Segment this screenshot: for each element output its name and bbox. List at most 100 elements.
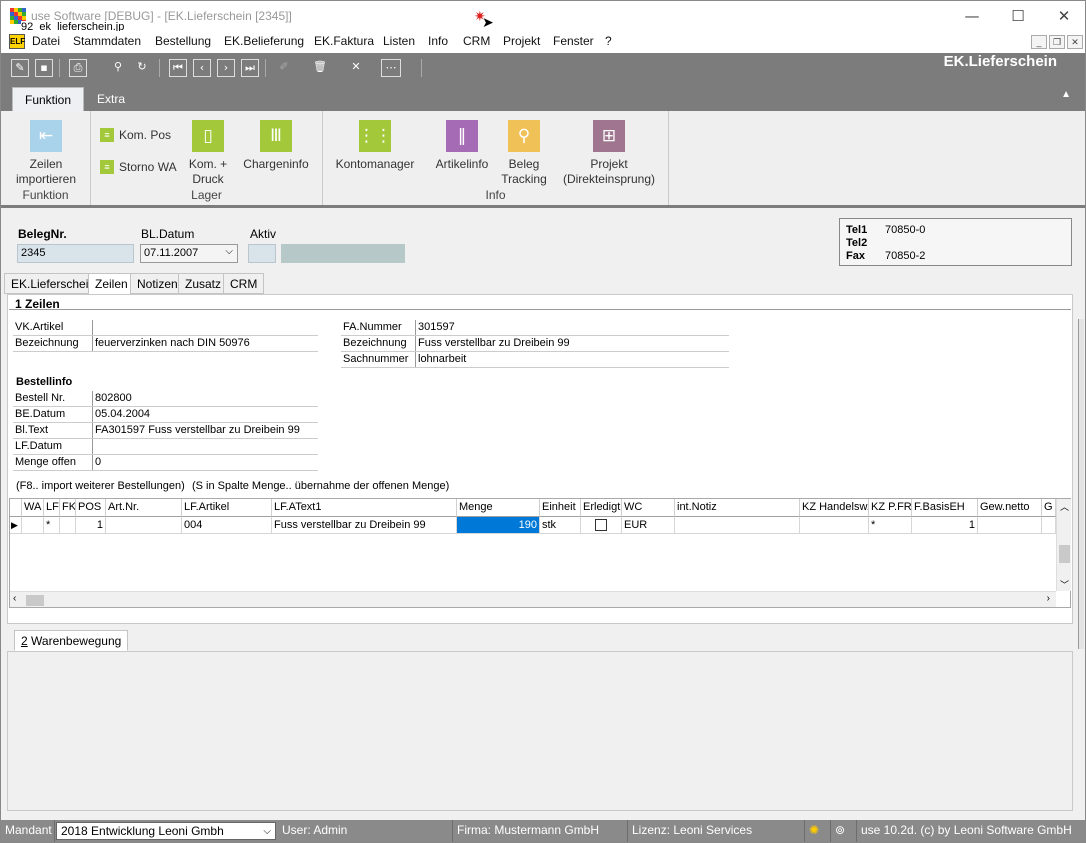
cell-lf-atext1[interactable]: Fuss verstellbar zu Dreibein 99 <box>272 517 457 534</box>
cell-g[interactable] <box>1042 517 1056 534</box>
cell-art-nr[interactable] <box>106 517 182 534</box>
refresh-icon[interactable]: ↻ <box>133 59 151 77</box>
erledigt-checkbox[interactable] <box>595 519 607 531</box>
projekt-button[interactable]: ⊞ Projekt (Direkteinsprung) <box>559 120 659 187</box>
cell-kz-handelsw[interactable] <box>800 517 869 534</box>
col-kz-handelsw[interactable]: KZ Handelsw. <box>800 499 869 517</box>
cell-wa[interactable] <box>22 517 44 534</box>
right-splitter[interactable] <box>1078 319 1084 649</box>
cell-menge[interactable]: 190 <box>457 517 540 534</box>
menu-fenster[interactable]: Fenster <box>553 34 594 48</box>
previous-record-icon[interactable]: ‹ <box>193 59 211 77</box>
kom-druck-button[interactable]: ▯ Kom. + Druck <box>185 120 231 187</box>
cell-wc[interactable]: EUR <box>622 517 675 534</box>
cancel-icon[interactable]: ✕ <box>347 59 365 77</box>
menu-projekt[interactable]: Projekt <box>503 34 540 48</box>
col-int-notiz[interactable]: int.Notiz <box>675 499 800 517</box>
field-fa-bezeichnung[interactable]: Bezeichnung Fuss verstellbar zu Dreibein … <box>341 336 729 352</box>
elf-icon[interactable]: ELF <box>9 34 25 49</box>
aktiv-checkbox[interactable] <box>248 244 276 263</box>
zeilen-importieren-button[interactable]: ⇤ Zeilen importieren <box>11 120 81 187</box>
kom-pos-button[interactable]: ≡ Kom. Pos <box>100 128 171 142</box>
grid-vertical-scrollbar[interactable]: ︿ ﹀ <box>1056 499 1071 591</box>
col-lf-artikel[interactable]: LF.Artikel <box>182 499 272 517</box>
menu-ek-belieferung[interactable]: EK.Belieferung <box>224 34 304 48</box>
tab-warenbewegung[interactable]: 2 Warenbewegung <box>14 630 129 651</box>
col-einheit[interactable]: Einheit <box>540 499 581 517</box>
tab-funktion[interactable]: Funktion <box>12 87 85 111</box>
network-icon[interactable]: ⊚ <box>831 820 857 842</box>
tab-notizen[interactable]: Notizen <box>130 273 185 294</box>
scroll-up-icon[interactable]: ︿ <box>1060 500 1069 513</box>
cell-lf[interactable]: * <box>44 517 60 534</box>
menu-crm[interactable]: CRM <box>463 34 490 48</box>
scroll-left-icon[interactable]: ‹ <box>13 593 16 604</box>
first-record-icon[interactable]: ⏮ <box>169 59 187 77</box>
chevron-down-icon[interactable]: ⌵ <box>225 246 233 257</box>
trash-icon[interactable]: 🗑 <box>311 59 329 77</box>
menu-listen[interactable]: Listen <box>383 34 415 48</box>
grid-horizontal-scrollbar[interactable]: ‹ › <box>10 591 1056 607</box>
col-erledigt[interactable]: Erledigt <box>581 499 622 517</box>
chargeninfo-button[interactable]: Ⅲ Chargeninfo <box>239 120 313 172</box>
field-lf-datum[interactable]: LF.Datum <box>13 439 318 455</box>
menu-datei[interactable]: Datei <box>32 34 60 48</box>
mdi-restore-button[interactable]: ❐ <box>1049 35 1065 49</box>
kontomanager-button[interactable]: ⋮⋮ Kontomanager <box>333 120 417 172</box>
print-icon[interactable]: ⎙ <box>69 59 87 77</box>
row-pointer-icon[interactable]: ▶ <box>10 517 22 534</box>
field-sachnummer[interactable]: Sachnummer lohnarbeit <box>341 352 729 368</box>
scroll-right-icon[interactable]: › <box>1047 593 1050 604</box>
edit-icon[interactable]: ✎ <box>11 59 29 77</box>
field-vk-artikel[interactable]: VK.Artikel <box>13 320 318 336</box>
menu-ek-faktura[interactable]: EK.Faktura <box>314 34 374 48</box>
field-be-datum[interactable]: BE.Datum 05.04.2004 <box>13 407 318 423</box>
col-f-basiseh[interactable]: F.BasisEH <box>912 499 978 517</box>
col-kz-pfr[interactable]: KZ P.FR <box>869 499 912 517</box>
cell-erledigt[interactable] <box>581 517 622 534</box>
minimize-button[interactable]: — <box>949 1 995 31</box>
col-wc[interactable]: WC <box>622 499 675 517</box>
field-fa-nummer[interactable]: FA.Nummer 301597 <box>341 320 729 336</box>
col-lf-atext1[interactable]: LF.AText1 <box>272 499 457 517</box>
col-art-nr[interactable]: Art.Nr. <box>106 499 182 517</box>
cell-kz-pfr[interactable]: * <box>869 517 912 534</box>
menu-stammdaten[interactable]: Stammdaten <box>73 34 141 48</box>
col-wa[interactable]: WA <box>22 499 44 517</box>
scroll-thumb[interactable] <box>1059 545 1070 563</box>
mdi-close-button[interactable]: ✕ <box>1067 35 1083 49</box>
menu-info[interactable]: Info <box>428 34 448 48</box>
field-bl-text[interactable]: Bl.Text FA301597 Fuss verstellbar zu Drei… <box>13 423 318 439</box>
bldatum-input[interactable]: 07.11.2007 ⌵ <box>140 244 238 263</box>
cell-fk[interactable] <box>60 517 76 534</box>
cell-pos[interactable]: 1 <box>76 517 106 534</box>
save-icon[interactable]: ▪ <box>35 59 53 77</box>
menu-help[interactable]: ? <box>605 34 612 48</box>
chevron-down-icon[interactable]: ⌵ <box>263 823 271 839</box>
field-bezeichnung[interactable]: Bezeichnung feuerverzinken nach DIN 50976 <box>13 336 318 352</box>
last-record-icon[interactable]: ⏭ <box>241 59 259 77</box>
col-g[interactable]: G <box>1042 499 1056 517</box>
cell-f-basiseh[interactable]: 1 <box>912 517 978 534</box>
next-record-icon[interactable]: › <box>217 59 235 77</box>
tab-extra[interactable]: Extra <box>85 87 137 111</box>
col-menge[interactable]: Menge <box>457 499 540 517</box>
maximize-button[interactable]: ☐ <box>995 1 1041 31</box>
tab-zusatz[interactable]: Zusatz <box>178 273 229 294</box>
field-bestell-nr[interactable]: Bestell Nr. 802800 <box>13 391 318 407</box>
storno-wa-button[interactable]: ≡ Storno WA <box>100 160 177 174</box>
search-icon[interactable]: ⚲ <box>109 59 127 77</box>
mdi-minimize-button[interactable]: _ <box>1031 35 1047 49</box>
col-gew-netto[interactable]: Gew.netto <box>978 499 1042 517</box>
field-menge-offen[interactable]: Menge offen 0 <box>13 455 318 471</box>
tab-crm[interactable]: CRM <box>223 273 265 294</box>
col-pos[interactable]: POS <box>76 499 106 517</box>
collapse-ribbon-icon[interactable]: ▲ <box>1061 89 1071 100</box>
mandant-select[interactable]: 2018 Entwicklung Leoni Gmbh ⌵ <box>56 822 276 840</box>
sun-icon[interactable]: ✺ <box>805 820 831 842</box>
cell-gew-netto[interactable] <box>978 517 1042 534</box>
close-button[interactable]: ✕ <box>1041 1 1086 31</box>
more-icon[interactable]: ⋯ <box>381 59 401 77</box>
col-lf[interactable]: LF <box>44 499 60 517</box>
cell-lf-artikel[interactable]: 004 <box>182 517 272 534</box>
